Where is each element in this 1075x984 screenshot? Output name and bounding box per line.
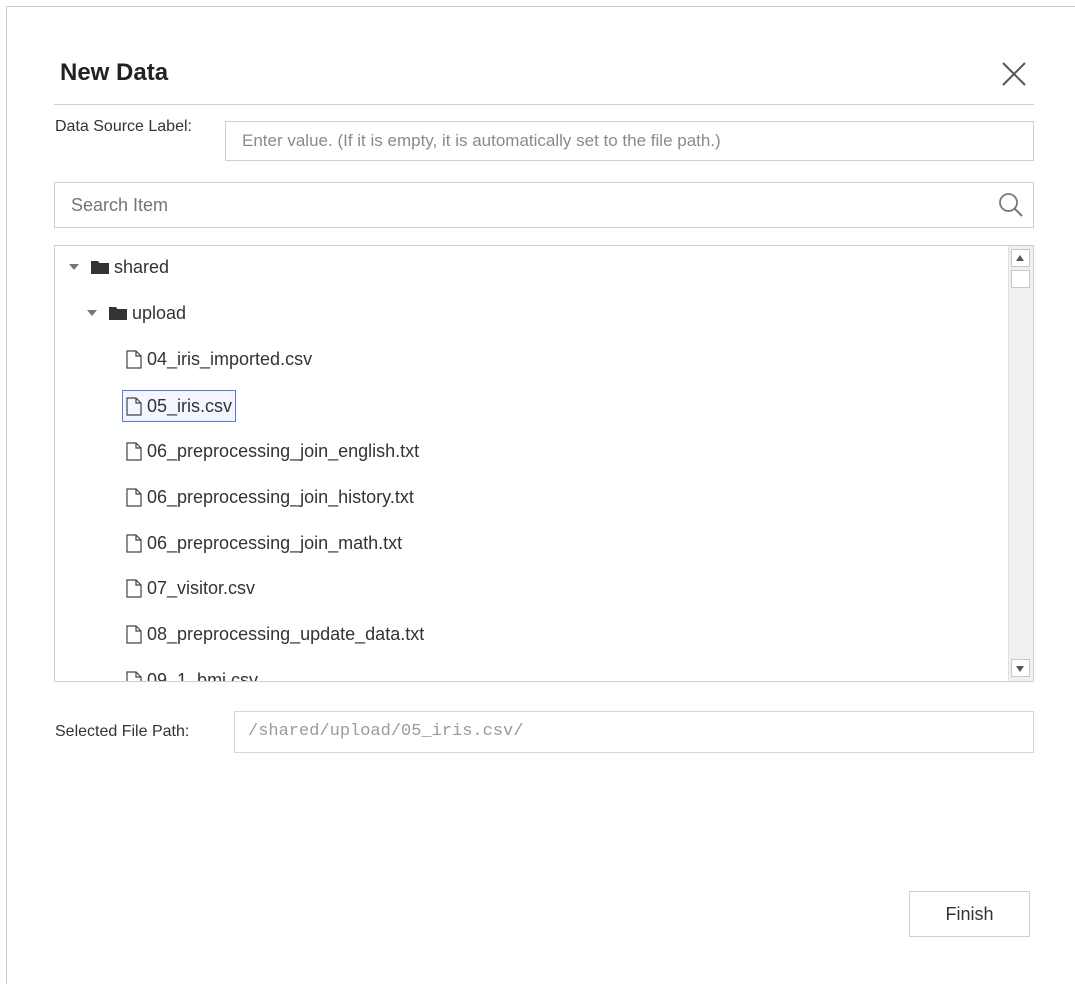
folder-icon [91, 261, 109, 274]
file-icon [126, 441, 142, 461]
file-icon [126, 533, 142, 553]
tree-file-label: 06_preprocessing_join_english.txt [147, 441, 420, 461]
tree-scrollbar[interactable] [1008, 246, 1033, 681]
arrow-up-icon [1016, 255, 1024, 261]
finish-button[interactable]: Finish [909, 891, 1030, 937]
search-box [54, 182, 1034, 228]
scroll-up-button[interactable] [1011, 249, 1030, 267]
search-icon[interactable] [997, 191, 1025, 219]
file-icon [126, 578, 142, 598]
selected-path-label: Selected File Path: [55, 723, 190, 740]
tree-file-item-selected[interactable]: 05_iris.csv [122, 390, 237, 422]
folder-icon [109, 307, 127, 320]
search-input[interactable] [55, 183, 985, 227]
file-icon [126, 349, 142, 369]
file-icon [126, 396, 142, 416]
tree-file-item[interactable]: 04_iris_imported.csv [122, 345, 316, 373]
arrow-down-icon [1016, 666, 1024, 672]
close-button[interactable] [997, 57, 1031, 91]
title-divider [54, 104, 1034, 105]
tree-file-item[interactable]: 08_preprocessing_update_data.txt [122, 620, 428, 648]
file-tree: shared upload 04_iris_imported.csv 05_ir… [54, 245, 1034, 682]
tree-file-item[interactable]: 06_preprocessing_join_history.txt [122, 483, 418, 511]
file-icon [126, 670, 142, 681]
tree-file-label: 04_iris_imported.csv [147, 349, 313, 369]
tree-file-label: 07_visitor.csv [147, 578, 256, 598]
scroll-thumb[interactable] [1011, 270, 1030, 288]
tree-folder-upload[interactable]: upload [87, 299, 186, 327]
tree-file-label: 09_1_bmi.csv [147, 670, 259, 681]
tree-file-label: 06_preprocessing_join_history.txt [147, 487, 414, 507]
selected-path-field: /shared/upload/05_iris.csv/ [234, 711, 1034, 753]
tree-file-item[interactable]: 06_preprocessing_join_english.txt [122, 437, 423, 465]
tree-folder-label: shared [114, 257, 170, 277]
file-icon [126, 487, 142, 507]
tree-folder-label: upload [132, 303, 187, 323]
tree-file-item[interactable]: 09_1_bmi.csv [122, 666, 262, 681]
tree-file-item[interactable]: 07_visitor.csv [122, 574, 259, 602]
data-source-label: Data Source Label: [55, 118, 192, 135]
file-icon [126, 624, 142, 644]
tree-folder-shared[interactable]: shared [69, 253, 169, 281]
expand-caret-icon[interactable] [87, 310, 97, 316]
tree-file-label: 06_preprocessing_join_math.txt [147, 533, 403, 553]
close-icon [1002, 62, 1026, 86]
new-data-dialog: New Data Data Source Label: shared [6, 6, 1075, 984]
tree-file-item[interactable]: 06_preprocessing_join_math.txt [122, 529, 406, 557]
expand-caret-icon[interactable] [69, 264, 79, 270]
dialog-title: New Data [60, 59, 169, 86]
scroll-down-button[interactable] [1011, 659, 1030, 677]
file-tree-content: shared upload 04_iris_imported.csv 05_ir… [55, 246, 1005, 681]
tree-file-label: 05_iris.csv [147, 396, 233, 416]
data-source-input[interactable] [225, 121, 1034, 161]
tree-file-label: 08_preprocessing_update_data.txt [147, 624, 425, 644]
